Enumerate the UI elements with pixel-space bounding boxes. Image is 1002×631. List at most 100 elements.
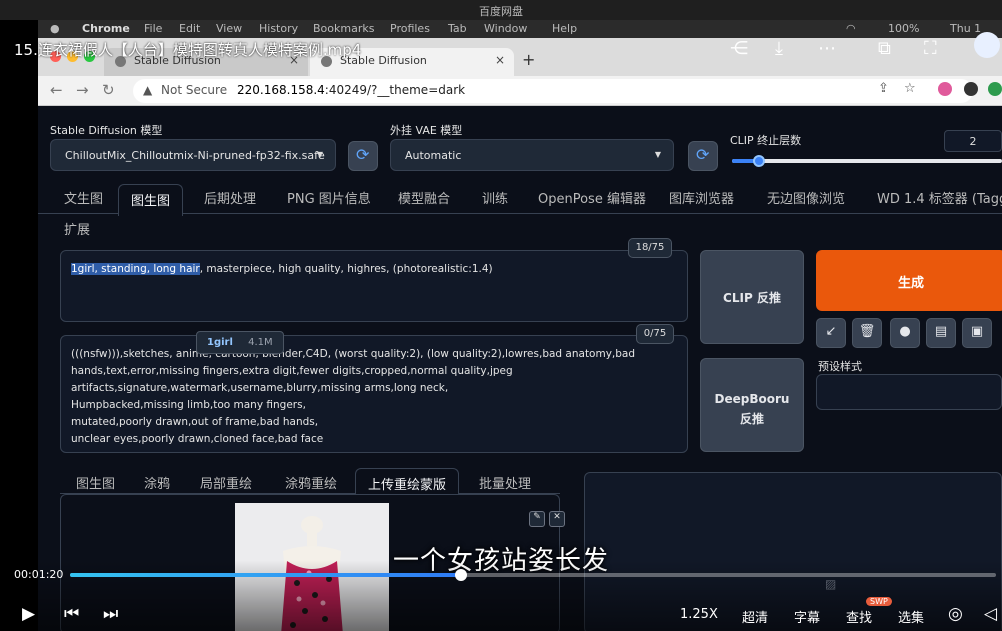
negative-prompt-textarea[interactable]: (((nsfw))),sketches, anime, cartoon, ble…	[60, 335, 688, 453]
menu-bookmarks[interactable]: Bookmarks	[313, 22, 374, 35]
neg-line: (((nsfw))),sketches, anime, cartoon, ble…	[71, 348, 636, 360]
subtab-img2img[interactable]: 图生图	[76, 473, 115, 492]
extension-icon[interactable]	[988, 82, 1002, 96]
wifi-icon[interactable]: ◠	[846, 22, 856, 35]
url-host: 220.168.158.4	[237, 83, 325, 97]
tab-merge[interactable]: 模型融合	[398, 188, 450, 207]
clip-slider[interactable]	[732, 155, 1002, 167]
volume-icon[interactable]: ◁	[984, 604, 997, 624]
preset-label: 预设样式	[818, 360, 862, 373]
reload-icon[interactable]: ↻	[102, 81, 115, 99]
clipboard-icon[interactable]: ▤	[926, 318, 956, 348]
speed-button[interactable]: 1.25X	[680, 607, 718, 622]
tab-gallery[interactable]: 图库浏览器	[669, 188, 734, 207]
more-icon[interactable]: ⋯	[818, 38, 836, 59]
close-icon[interactable]: ✕	[549, 511, 565, 527]
subtab-inpaint-sketch[interactable]: 涂鸦重绘	[285, 473, 337, 492]
clip-label: CLIP 终止层数	[730, 134, 802, 147]
new-tab-icon[interactable]: +	[522, 50, 535, 69]
apple-icon[interactable]: ●	[50, 22, 60, 35]
refresh-vae-button[interactable]	[688, 141, 718, 171]
back-icon[interactable]: ←	[50, 81, 63, 99]
deepbooru-button[interactable]: DeepBooru 反推	[700, 358, 804, 452]
edit-icon[interactable]: ✎	[529, 511, 545, 527]
neg-line: Humpbacked,missing limb,too many fingers…	[71, 399, 306, 411]
subtab-inpaint[interactable]: 局部重绘	[200, 473, 252, 492]
settings-icon[interactable]: ◎	[948, 604, 963, 624]
chevron-down-icon: ▼	[316, 150, 323, 159]
progress-handle[interactable]	[454, 569, 467, 581]
menu-file[interactable]: File	[144, 22, 162, 35]
extension-icon[interactable]	[938, 82, 952, 96]
menu-window[interactable]: Window	[484, 22, 527, 35]
trash-icon[interactable]: 🗑	[852, 318, 882, 348]
tab-extras[interactable]: 后期处理	[204, 188, 256, 207]
generate-button[interactable]: 生成	[816, 250, 1002, 311]
url-text: 220.168.158.4:40249/?__theme=dark	[237, 83, 465, 97]
progress-bar[interactable]	[70, 569, 996, 581]
next-icon[interactable]: ⏭	[103, 604, 118, 624]
warning-icon: ▲	[143, 83, 153, 97]
clip-slider-handle[interactable]	[753, 155, 765, 167]
pip-icon[interactable]: ⧉	[878, 38, 891, 59]
autocomplete-tooltip[interactable]: 1girl 4.1M	[196, 331, 284, 354]
browser-toolbar: ← → ↻ ▲ Not Secure 220.168.158.4:40249/?…	[38, 76, 1002, 106]
negative-token-counter: 0/75	[636, 324, 674, 344]
address-bar[interactable]: ▲ Not Secure 220.168.158.4:40249/?__them…	[133, 79, 973, 103]
progress-fill	[70, 573, 461, 577]
prompt-textarea[interactable]: 1girl, standing, long hair, masterpiece,…	[60, 250, 688, 322]
play-icon[interactable]: ▶	[22, 604, 35, 624]
search-badge: SWP	[866, 597, 892, 606]
forward-icon[interactable]: →	[76, 81, 89, 99]
tab-png-info[interactable]: PNG 图片信息	[287, 188, 371, 207]
model-select[interactable]: ChilloutMix_Chilloutmix-Ni-pruned-fp32-f…	[50, 139, 336, 171]
style-apply-icon[interactable]: ●	[890, 318, 920, 348]
tab-train[interactable]: 训练	[482, 188, 508, 207]
vae-select[interactable]: Automatic ▼	[390, 139, 674, 171]
search-button[interactable]: 查找	[846, 607, 872, 626]
mac-menubar: ● Chrome File Edit View History Bookmark…	[38, 20, 1002, 38]
menu-tab[interactable]: Tab	[448, 22, 467, 35]
neg-line: unclear eyes,poorly drawn,cloned face,ba…	[71, 433, 324, 445]
menu-edit[interactable]: Edit	[179, 22, 200, 35]
player-top-bar: 百度网盘	[0, 0, 1002, 20]
fullscreen-icon[interactable]: ⛶	[924, 38, 937, 59]
prompt-text: , masterpiece, high quality, highres, (p…	[199, 263, 493, 275]
menu-help[interactable]: Help	[552, 22, 577, 35]
screen: 百度网盘 ● Chrome File Edit View History Boo…	[0, 0, 1002, 631]
previous-icon[interactable]: ⏮	[64, 604, 79, 624]
tab-txt2img[interactable]: 文生图	[64, 188, 103, 207]
quality-button[interactable]: 超清	[742, 607, 768, 626]
vae-label: 外挂 VAE 模型	[390, 124, 463, 137]
arrow-icon[interactable]: ↙	[816, 318, 846, 348]
clip-interrogate-button[interactable]: CLIP 反推	[700, 250, 804, 344]
close-tab-icon[interactable]: ×	[495, 53, 505, 67]
battery-text: 100%	[888, 22, 920, 35]
clip-number-input[interactable]: 2	[944, 130, 1002, 152]
menu-view[interactable]: View	[216, 22, 242, 35]
episodes-button[interactable]: 选集	[898, 607, 924, 626]
download-icon[interactable]: ⤓	[775, 38, 783, 59]
menu-history[interactable]: History	[259, 22, 298, 35]
tab-tagger[interactable]: WD 1.4 标签器 (Tagger)	[877, 188, 1002, 207]
menu-profiles[interactable]: Profiles	[390, 22, 430, 35]
tab-infinite-browser[interactable]: 无边图像浏览	[767, 188, 845, 207]
refresh-model-button[interactable]	[348, 141, 378, 171]
share-icon[interactable]: ⋲	[730, 38, 748, 59]
deepbooru-label-2: 反推	[739, 412, 764, 426]
bookmark-star-icon[interactable]: ☆	[904, 81, 916, 96]
avatar[interactable]	[974, 32, 1000, 58]
menu-chrome[interactable]: Chrome	[82, 22, 130, 35]
subtab-sketch[interactable]: 涂鸦	[144, 473, 170, 492]
tab-extensions[interactable]: 扩展	[64, 219, 90, 238]
save-icon[interactable]: ▣	[962, 318, 992, 348]
preset-select[interactable]	[816, 374, 1002, 410]
share-icon[interactable]: ⇪	[878, 81, 889, 96]
tab-openpose[interactable]: OpenPose 编辑器	[538, 188, 646, 207]
security-label: Not Secure	[161, 83, 228, 97]
captions-button[interactable]: 字幕	[794, 607, 820, 626]
subtab-batch[interactable]: 批量处理	[479, 473, 531, 492]
tab-img2img[interactable]: 图生图	[118, 184, 184, 216]
extension-icon[interactable]	[964, 82, 978, 96]
model-label: Stable Diffusion 模型	[50, 124, 163, 137]
